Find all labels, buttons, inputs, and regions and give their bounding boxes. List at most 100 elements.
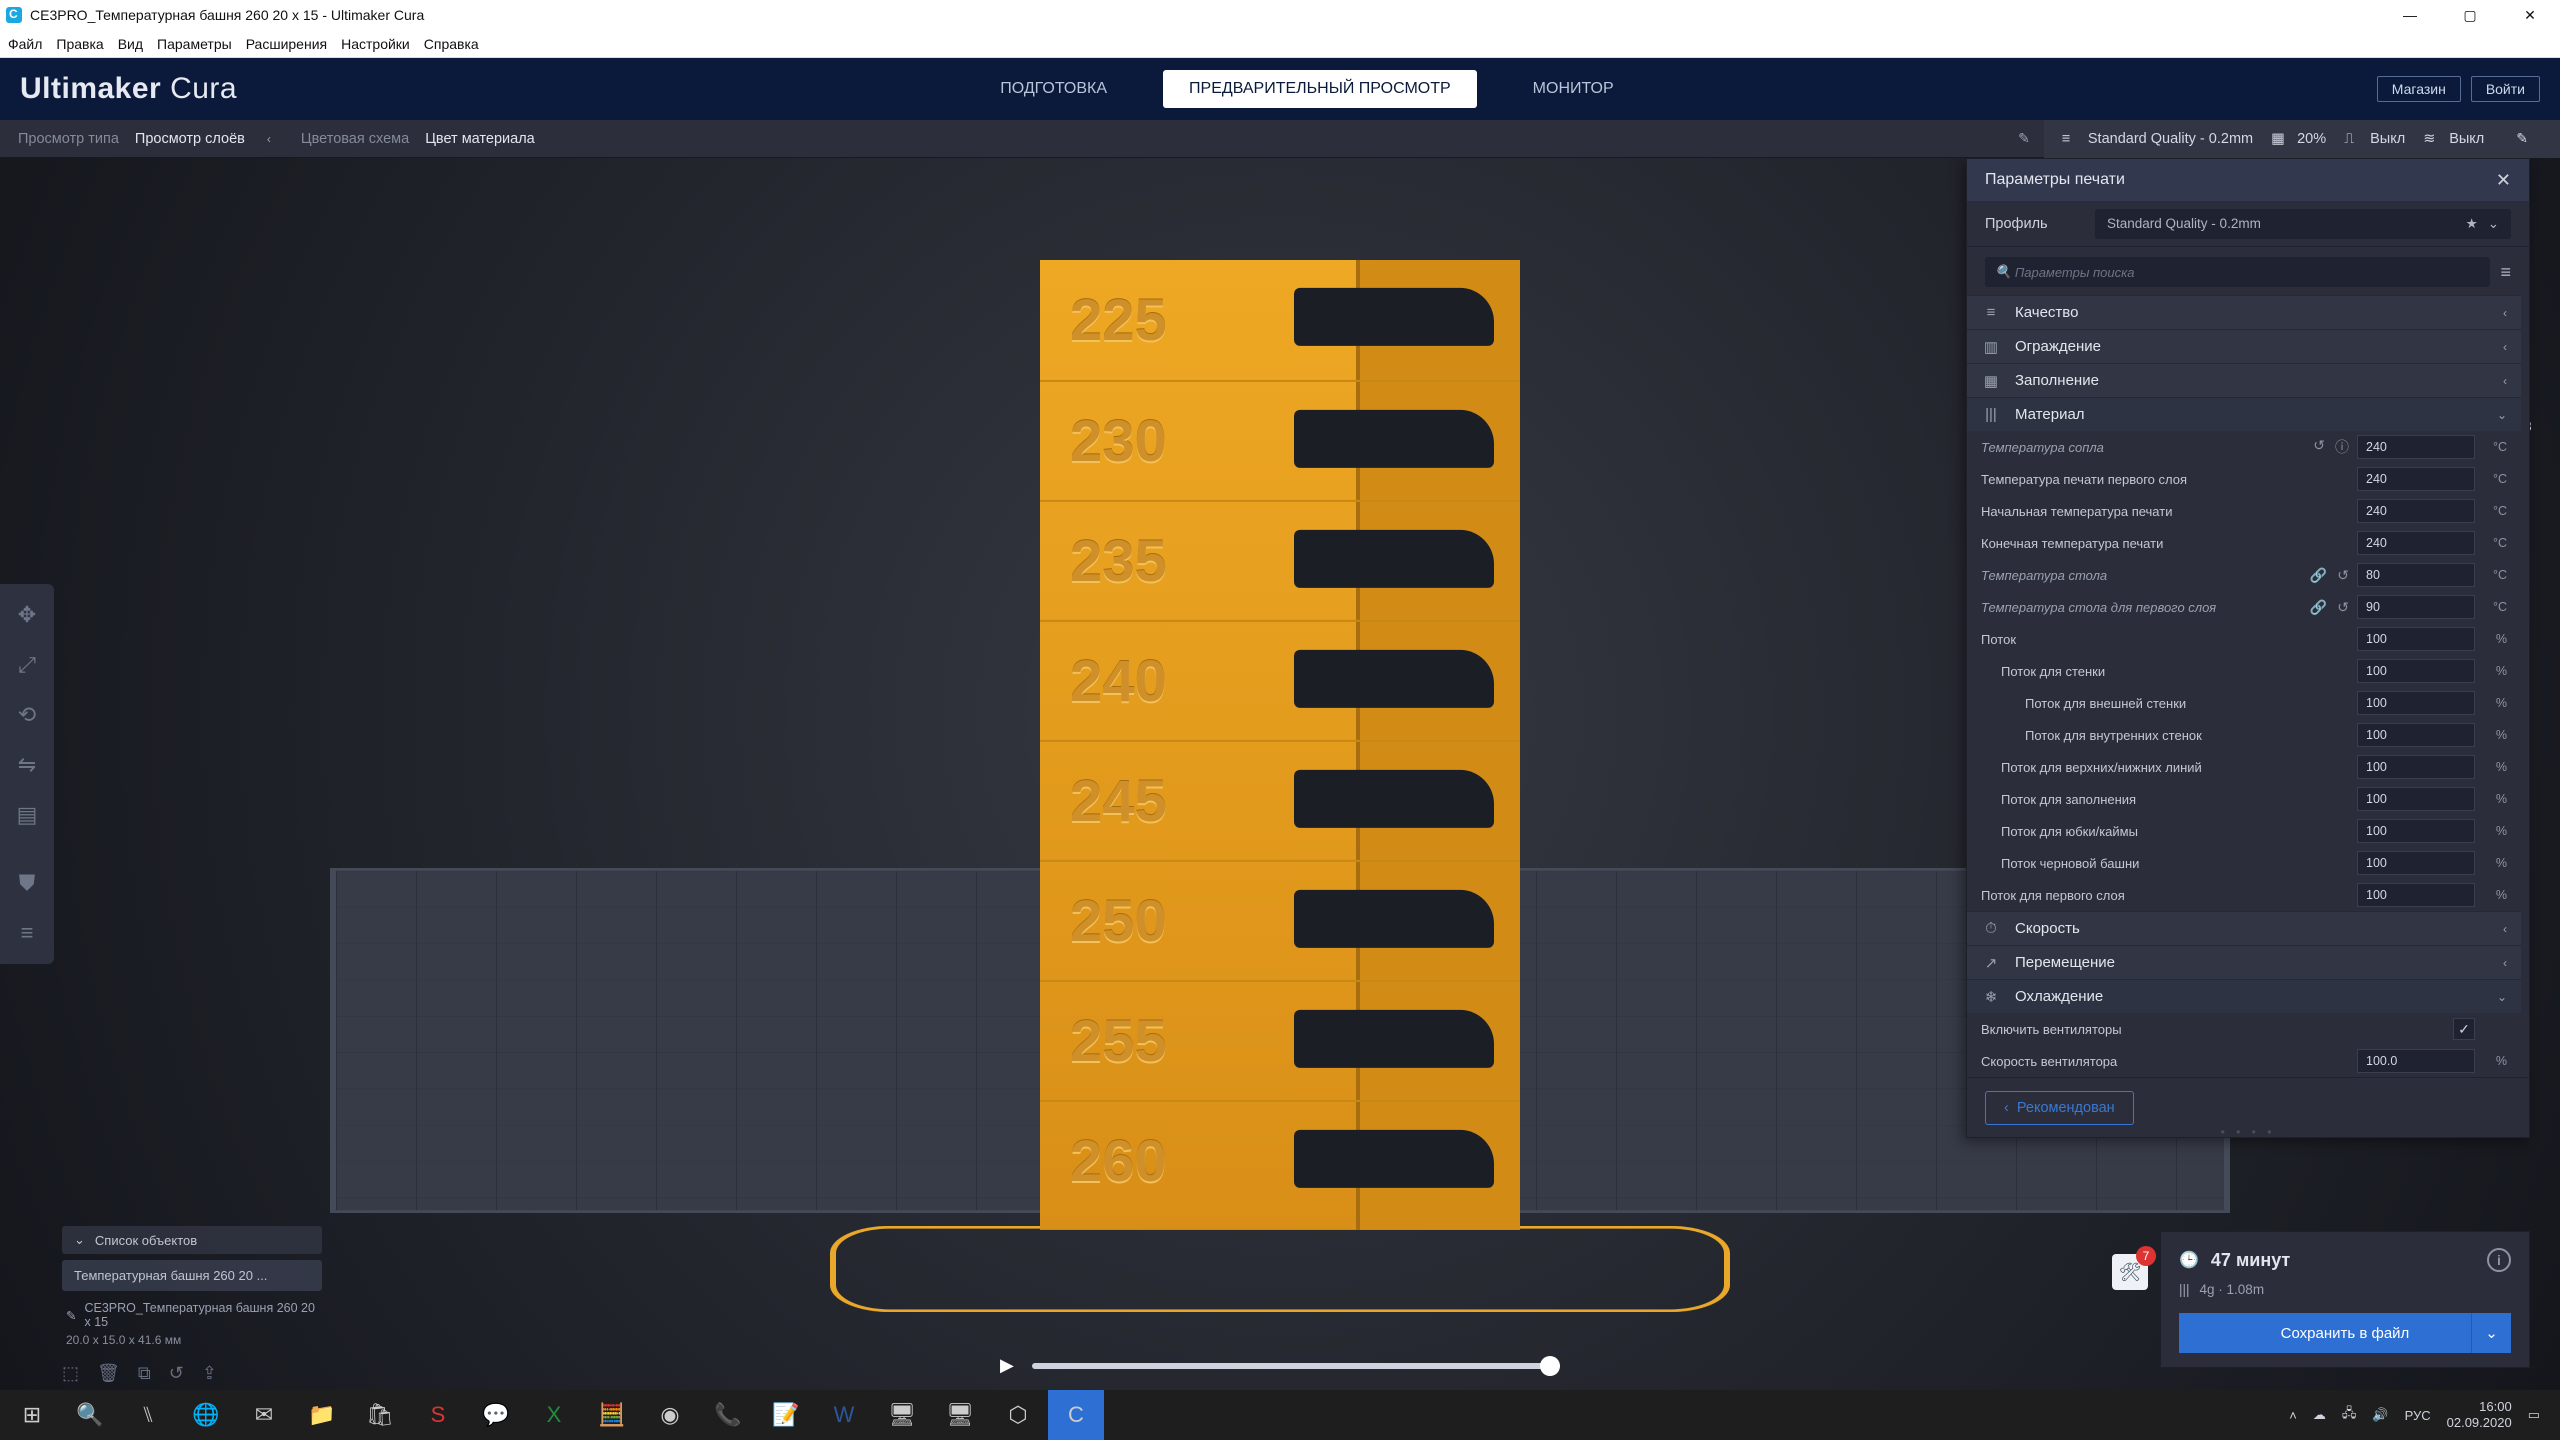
cube-icon[interactable]: ⬚	[62, 1363, 79, 1384]
setting-input[interactable]: 100	[2357, 883, 2475, 907]
tool-custom[interactable]: ≡	[0, 908, 54, 958]
setting-input[interactable]: 80	[2357, 563, 2475, 587]
taskbar-edge[interactable]: 🌐	[178, 1390, 234, 1440]
star-icon[interactable]: ★	[2466, 216, 2478, 232]
tray-cloud-icon[interactable]: ☁	[2313, 1407, 2326, 1423]
export-icon[interactable]: ⇪	[202, 1363, 217, 1384]
setting-checkbox[interactable]: ✓	[2453, 1018, 2475, 1040]
setting-input[interactable]: 100.0	[2357, 1049, 2475, 1073]
taskbar-calc[interactable]: 🧮	[584, 1390, 640, 1440]
panel-close-icon[interactable]: ✕	[2496, 170, 2511, 191]
menu-help[interactable]: Справка	[424, 36, 479, 52]
object-list-header[interactable]: ⌄Список объектов	[62, 1226, 322, 1254]
menu-view[interactable]: Вид	[118, 36, 143, 52]
setting-input[interactable]: 240	[2357, 531, 2475, 555]
pencil-icon[interactable]: ✎	[66, 1308, 76, 1323]
tray-network-icon[interactable]: 🖧	[2342, 1404, 2357, 1426]
viewtype-selector[interactable]: Просмотр типа Просмотр слоёв ‹	[18, 131, 271, 147]
tray-lang[interactable]: РУС	[2405, 1408, 2431, 1423]
marketplace-updates-button[interactable]: 🛠7	[2112, 1254, 2148, 1290]
settings-visibility-icon[interactable]: ≡	[2500, 262, 2511, 283]
taskbar-word[interactable]: W	[816, 1390, 872, 1440]
taskbar-store[interactable]: 🛍	[352, 1390, 408, 1440]
settings-search-input[interactable]: 🔍 Параметры поиска	[1985, 257, 2490, 287]
tool-support-blocker[interactable]: ⛊	[0, 858, 54, 908]
tray-notifications-icon[interactable]: ▭	[2528, 1407, 2540, 1423]
tool-mirror[interactable]: ⇋	[0, 740, 54, 790]
category-quality[interactable]: ≡Качество‹	[1967, 295, 2521, 329]
menu-preferences[interactable]: Настройки	[341, 36, 410, 52]
tool-move[interactable]: ✥	[0, 590, 54, 640]
taskbar-whatsapp[interactable]: 📞	[700, 1390, 756, 1440]
setting-input[interactable]: 100	[2357, 851, 2475, 875]
taskbar-other[interactable]: 🖥	[932, 1390, 988, 1440]
tray-clock[interactable]: 16:0002.09.2020	[2447, 1399, 2512, 1430]
taskbar-media[interactable]: 🖥	[874, 1390, 930, 1440]
taskbar-notes[interactable]: 📝	[758, 1390, 814, 1440]
stage-preview[interactable]: ПРЕДВАРИТЕЛЬНЫЙ ПРОСМОТР	[1163, 70, 1477, 108]
taskbar-unity[interactable]: ⬡	[990, 1390, 1046, 1440]
info-icon[interactable]: i	[2487, 1248, 2511, 1272]
category-walls[interactable]: ▥Ограждение‹	[1967, 329, 2521, 363]
menu-file[interactable]: Файл	[8, 36, 42, 52]
setting-input[interactable]: 100	[2357, 659, 2475, 683]
stage-monitor[interactable]: МОНИТОР	[1507, 70, 1640, 108]
setting-input[interactable]: 240	[2357, 467, 2475, 491]
setting-input[interactable]: 100	[2357, 787, 2475, 811]
edit-settings-icon[interactable]: ✎	[2502, 130, 2542, 147]
system-tray[interactable]: ˄ ☁ 🖧 🔊 РУС 16:0002.09.2020 ▭	[2289, 1399, 2556, 1430]
taskbar-mail[interactable]: ✉	[236, 1390, 292, 1440]
taskbar-viber[interactable]: 💬	[468, 1390, 524, 1440]
stage-prepare[interactable]: ПОДГОТОВКА	[974, 70, 1133, 108]
close-button[interactable]: ✕	[2500, 0, 2560, 30]
taskbar-explorer[interactable]: 📁	[294, 1390, 350, 1440]
search-button[interactable]: 🔍	[62, 1390, 118, 1440]
tray-chevron-icon[interactable]: ˄	[2289, 1408, 2297, 1423]
trash-icon[interactable]: 🗑	[97, 1363, 120, 1384]
setting-input[interactable]: 100	[2357, 627, 2475, 651]
start-button[interactable]: ⊞	[4, 1390, 60, 1440]
settings-scroll[interactable]: ≡Качество‹ ▥Ограждение‹ ▦Заполнение‹ |||…	[1967, 295, 2529, 1077]
reset-icon[interactable]: ↺	[169, 1363, 184, 1384]
taskbar-app1[interactable]: S	[410, 1390, 466, 1440]
taskbar-excel[interactable]: X	[526, 1390, 582, 1440]
task-view-button[interactable]: ⑊	[120, 1390, 176, 1440]
tool-scale[interactable]: ⤢	[0, 640, 54, 690]
setting-input[interactable]: 100	[2357, 723, 2475, 747]
copy-icon[interactable]: ⧉	[138, 1363, 151, 1384]
menu-settings[interactable]: Параметры	[157, 36, 232, 52]
setting-input[interactable]: 90	[2357, 595, 2475, 619]
marketplace-button[interactable]: Магазин	[2377, 76, 2461, 102]
simulation-timeline[interactable]: ▶	[1000, 1355, 1560, 1376]
signin-button[interactable]: Войти	[2471, 76, 2540, 102]
menu-extensions[interactable]: Расширения	[246, 36, 327, 52]
category-travel[interactable]: ↗Перемещение‹	[1967, 945, 2521, 979]
object-list-item[interactable]: Температурная башня 260 20 ...	[62, 1260, 322, 1291]
save-to-file-button[interactable]: Сохранить в файл ⌄	[2179, 1313, 2511, 1353]
category-infill[interactable]: ▦Заполнение‹	[1967, 363, 2521, 397]
print-settings-summary[interactable]: ≡Standard Quality - 0.2mm ▦20% ⎍Выкл ≋Вы…	[2044, 120, 2560, 158]
viewport[interactable]: 225 230 235 240 245 250 255 260 ✥ ⤢ ⟲ ⇋ …	[0, 158, 2560, 1390]
taskbar-chrome[interactable]: ◉	[642, 1390, 698, 1440]
tool-rotate[interactable]: ⟲	[0, 690, 54, 740]
menu-edit[interactable]: Правка	[56, 36, 103, 52]
tool-mesh[interactable]: ▤	[0, 790, 54, 840]
panel-resize-handle[interactable]: • • • •	[2221, 1125, 2276, 1139]
category-speed[interactable]: ⏱Скорость‹	[1967, 911, 2521, 945]
setting-action-icons[interactable]: 🔗↺	[2310, 599, 2349, 616]
profile-select[interactable]: Standard Quality - 0.2mm★⌄	[2095, 209, 2511, 239]
tray-volume-icon[interactable]: 🔊	[2372, 1407, 2388, 1423]
setting-input[interactable]: 100	[2357, 691, 2475, 715]
colorscheme-selector[interactable]: Цветовая схема Цвет материала	[301, 131, 535, 147]
maximize-button[interactable]: ▢	[2440, 0, 2500, 30]
taskbar-cura[interactable]: C	[1048, 1390, 1104, 1440]
recommended-button[interactable]: ‹Рекомендован	[1985, 1091, 2134, 1125]
minimize-button[interactable]: ―	[2380, 0, 2440, 30]
setting-input[interactable]: 100	[2357, 819, 2475, 843]
timeline-knob[interactable]	[1540, 1356, 1560, 1376]
save-dropdown-icon[interactable]: ⌄	[2471, 1313, 2511, 1353]
setting-input[interactable]: 240	[2357, 435, 2475, 459]
setting-action-icons[interactable]: ↺ⓘ	[2313, 437, 2349, 457]
play-icon[interactable]: ▶	[1000, 1355, 1014, 1376]
setting-action-icons[interactable]: 🔗↺	[2310, 567, 2349, 584]
